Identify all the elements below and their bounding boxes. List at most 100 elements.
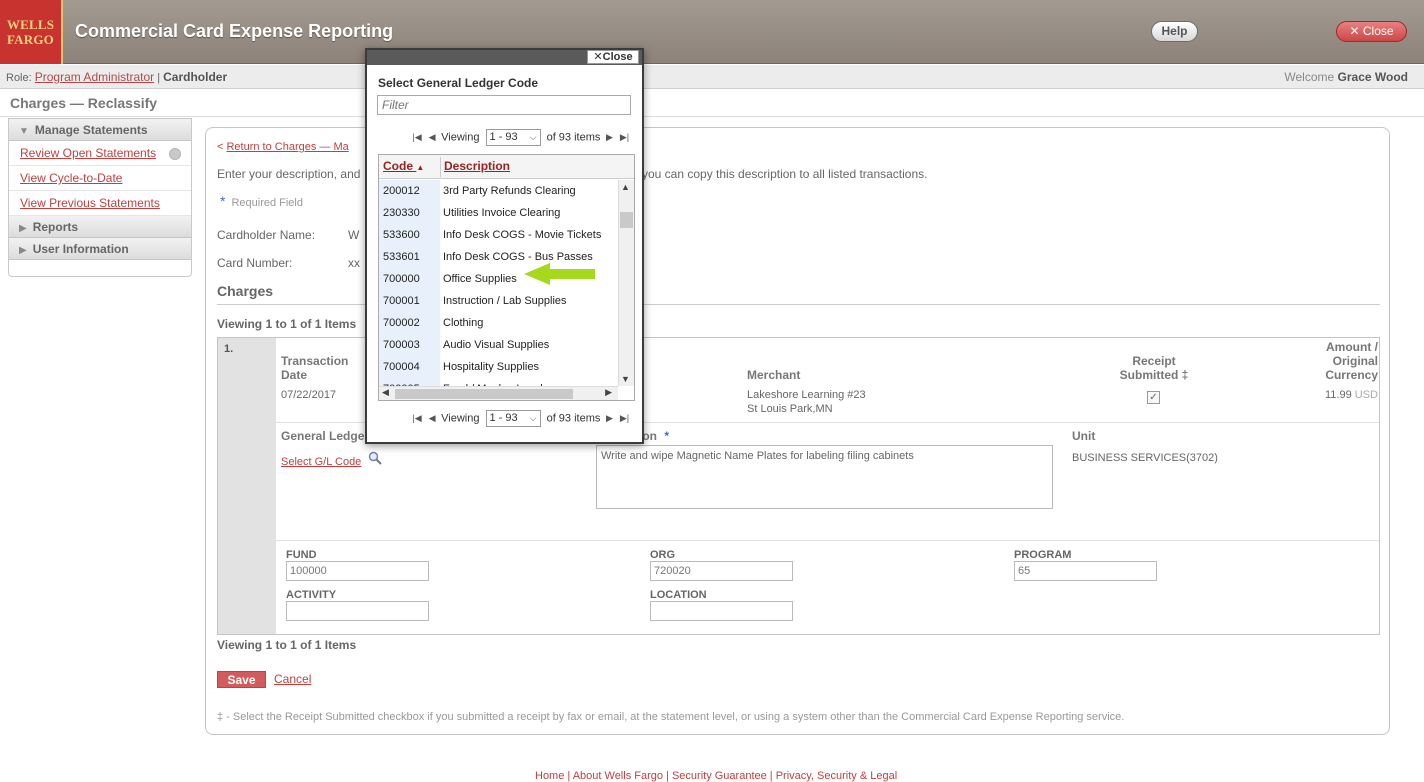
pager-viewing-label: Viewing	[441, 412, 480, 425]
activity-input[interactable]	[286, 601, 429, 621]
prev-page-icon[interactable]: ◀	[426, 132, 438, 143]
sidebar-item-view-cycle-to-date[interactable]: View Cycle-to-Date	[9, 166, 191, 191]
close-app-label: Close	[1362, 24, 1394, 38]
table-row[interactable]: 700005 Food / Meals - Local	[379, 378, 618, 386]
column-header-code[interactable]: Code ▲	[383, 159, 439, 173]
help-button[interactable]: Help	[1151, 21, 1198, 42]
footer-links[interactable]: Home | About Wells Fargo | Security Guar…	[535, 770, 897, 782]
welcome-name: Grace Wood	[1337, 70, 1408, 84]
table-row[interactable]: 230330 Utilities Invoice Clearing	[379, 202, 618, 224]
sidebar-section-user-information[interactable]: ▶ User Information	[9, 238, 191, 260]
table-row[interactable]: 533600 Info Desk COGS - Movie Tickets	[379, 224, 618, 246]
required-star-icon: *	[220, 193, 226, 209]
table-row[interactable]: 700003 Audio Visual Supplies	[379, 334, 618, 356]
magnifier-icon[interactable]	[368, 451, 383, 468]
cancel-link[interactable]: Cancel	[274, 672, 311, 686]
sidebar-item-review-open-statements[interactable]: Review Open Statements	[9, 141, 191, 166]
receipt-submitted-checkbox[interactable]: ✓	[1147, 391, 1160, 404]
receipt-submitted-header: Receipt Submitted ‡	[1119, 354, 1189, 382]
dialog-heading: Select General Ledger Code	[378, 76, 539, 90]
role-current: Cardholder	[163, 70, 228, 84]
select-gl-code-link[interactable]: Select G/L Code	[281, 456, 361, 468]
pager-bottom: |◀ ◀ Viewing 1 - 93 ⌵ of 93 items ▶ ▶|	[411, 410, 631, 428]
page-range-select[interactable]: 1 - 93 ⌵	[485, 129, 541, 146]
first-page-icon[interactable]: |◀	[411, 132, 423, 143]
transaction-number: 1.	[218, 338, 276, 634]
receipt-footnote: ‡ - Select the Receipt Submitted checkbo…	[217, 711, 1125, 723]
return-to-charges-link[interactable]: < Return to Charges — Ma	[217, 141, 349, 153]
viewing-count-top: Viewing 1 to 1 of 1 Items	[217, 317, 357, 331]
scroll-left-icon[interactable]: ◀	[382, 387, 389, 398]
role-link-program-administrator[interactable]: Program Administrator	[35, 70, 154, 84]
last-page-icon[interactable]: ▶|	[619, 132, 631, 143]
sidebar-item-label[interactable]: Review Open Statements	[20, 146, 156, 160]
description-textarea[interactable]: Write and wipe Magnetic Name Plates for …	[596, 445, 1053, 509]
intro-text-left: Enter your description, and	[217, 167, 361, 181]
card-number-value: xx	[348, 256, 360, 270]
merchant-name: Lakeshore Learning #23	[747, 389, 866, 401]
dialog-close-button[interactable]: ✕Close	[587, 50, 639, 64]
sidebar-section-manage-statements[interactable]: ▼ Manage Statements	[9, 119, 191, 141]
page-title: Charges — Reclassify	[0, 95, 1424, 117]
org-label: ORG	[650, 549, 676, 561]
last-page-icon[interactable]: ▶|	[619, 413, 631, 424]
row-description: Instruction / Lab Supplies	[443, 295, 567, 307]
save-button[interactable]: Save	[217, 671, 266, 688]
next-page-icon[interactable]: ▶	[603, 413, 615, 424]
app-title: Commercial Card Expense Reporting	[75, 21, 394, 41]
row-code: 533601	[383, 251, 420, 263]
wells-fargo-logo: WELLS FARGO	[0, 0, 63, 64]
location-input[interactable]	[650, 601, 793, 621]
first-page-icon[interactable]: |◀	[411, 413, 423, 424]
fund-input[interactable]: 100000	[286, 561, 429, 581]
next-page-icon[interactable]: ▶	[603, 132, 615, 143]
sidebar-section-label: Manage Statements	[34, 123, 148, 137]
row-description: Clothing	[443, 317, 484, 329]
table-row[interactable]: 200012 3rd Party Refunds Clearing	[379, 180, 618, 202]
sidebar-item-label[interactable]: View Cycle-to-Date	[20, 171, 122, 185]
org-input[interactable]: 720020	[650, 561, 793, 581]
sidebar-section-reports[interactable]: ▶ Reports	[9, 216, 191, 238]
logo-line1: WELLS	[6, 17, 55, 32]
vertical-scrollbar[interactable]: ▲ ▼	[618, 180, 634, 386]
pager-of-label: of 93 items	[546, 412, 601, 425]
page-range-select[interactable]: 1 - 93 ⌵	[485, 410, 541, 427]
gl-code-dialog: ✕Close Select General Ledger Code Filter…	[365, 48, 644, 444]
close-app-button[interactable]: ✕ Close	[1336, 21, 1407, 42]
select-gl-code-row: Select G/L Code	[281, 451, 383, 469]
table-row[interactable]: 700002 Clothing	[379, 312, 618, 334]
return-link-label[interactable]: Return to Charges — Ma	[226, 141, 348, 153]
program-label: PROGRAM	[1014, 549, 1072, 561]
table-row[interactable]: 700001 Instruction / Lab Supplies	[379, 290, 618, 312]
cardholder-name-label: Cardholder Name:	[217, 228, 316, 242]
intro-text-right: you can copy this description to all lis…	[642, 167, 928, 181]
row-description: Audio Visual Supplies	[443, 339, 550, 351]
program-input[interactable]: 65	[1014, 561, 1157, 581]
horizontal-scrollbar[interactable]: ◀ ▶	[379, 386, 618, 400]
sidebar-item-view-previous-statements[interactable]: View Previous Statements	[9, 191, 191, 216]
scroll-thumb[interactable]	[395, 389, 573, 399]
merchant-location: St Louis Park,MN	[747, 403, 833, 415]
row-description: 3rd Party Refunds Clearing	[443, 185, 576, 197]
close-x-icon: ✕	[593, 51, 603, 63]
prev-page-icon[interactable]: ◀	[426, 413, 438, 424]
accounting-fields: FUND 100000 ORG 720020 PROGRAM 65 ACTIVI…	[276, 540, 1379, 634]
scroll-right-icon[interactable]: ▶	[605, 387, 612, 398]
row-code: 700004	[383, 361, 420, 373]
transaction-date-value: 07/22/2017	[281, 389, 337, 401]
row-code: 700000	[383, 273, 420, 285]
expanded-triangle-icon: ▼	[19, 126, 29, 137]
table-row[interactable]: 700004 Hospitality Supplies	[379, 356, 618, 378]
scroll-up-icon[interactable]: ▲	[621, 182, 630, 192]
chevron-down-icon: ⌵	[529, 132, 537, 142]
filter-input[interactable]: Filter	[377, 95, 631, 115]
row-code: 700003	[383, 339, 420, 351]
page-range-value: 1 - 93	[489, 131, 518, 143]
scroll-down-icon[interactable]: ▼	[621, 374, 630, 384]
pager-top: |◀ ◀ Viewing 1 - 93 ⌵ of 93 items ▶ ▶|	[411, 129, 631, 147]
column-header-description[interactable]: Description	[444, 159, 510, 173]
sidebar-item-label[interactable]: View Previous Statements	[20, 196, 160, 210]
scroll-thumb[interactable]	[620, 212, 633, 228]
sidebar: ▼ Manage Statements Review Open Statement…	[8, 118, 192, 277]
gl-code-table: Code ▲ Description 200012 3rd Party Refun…	[378, 154, 635, 401]
